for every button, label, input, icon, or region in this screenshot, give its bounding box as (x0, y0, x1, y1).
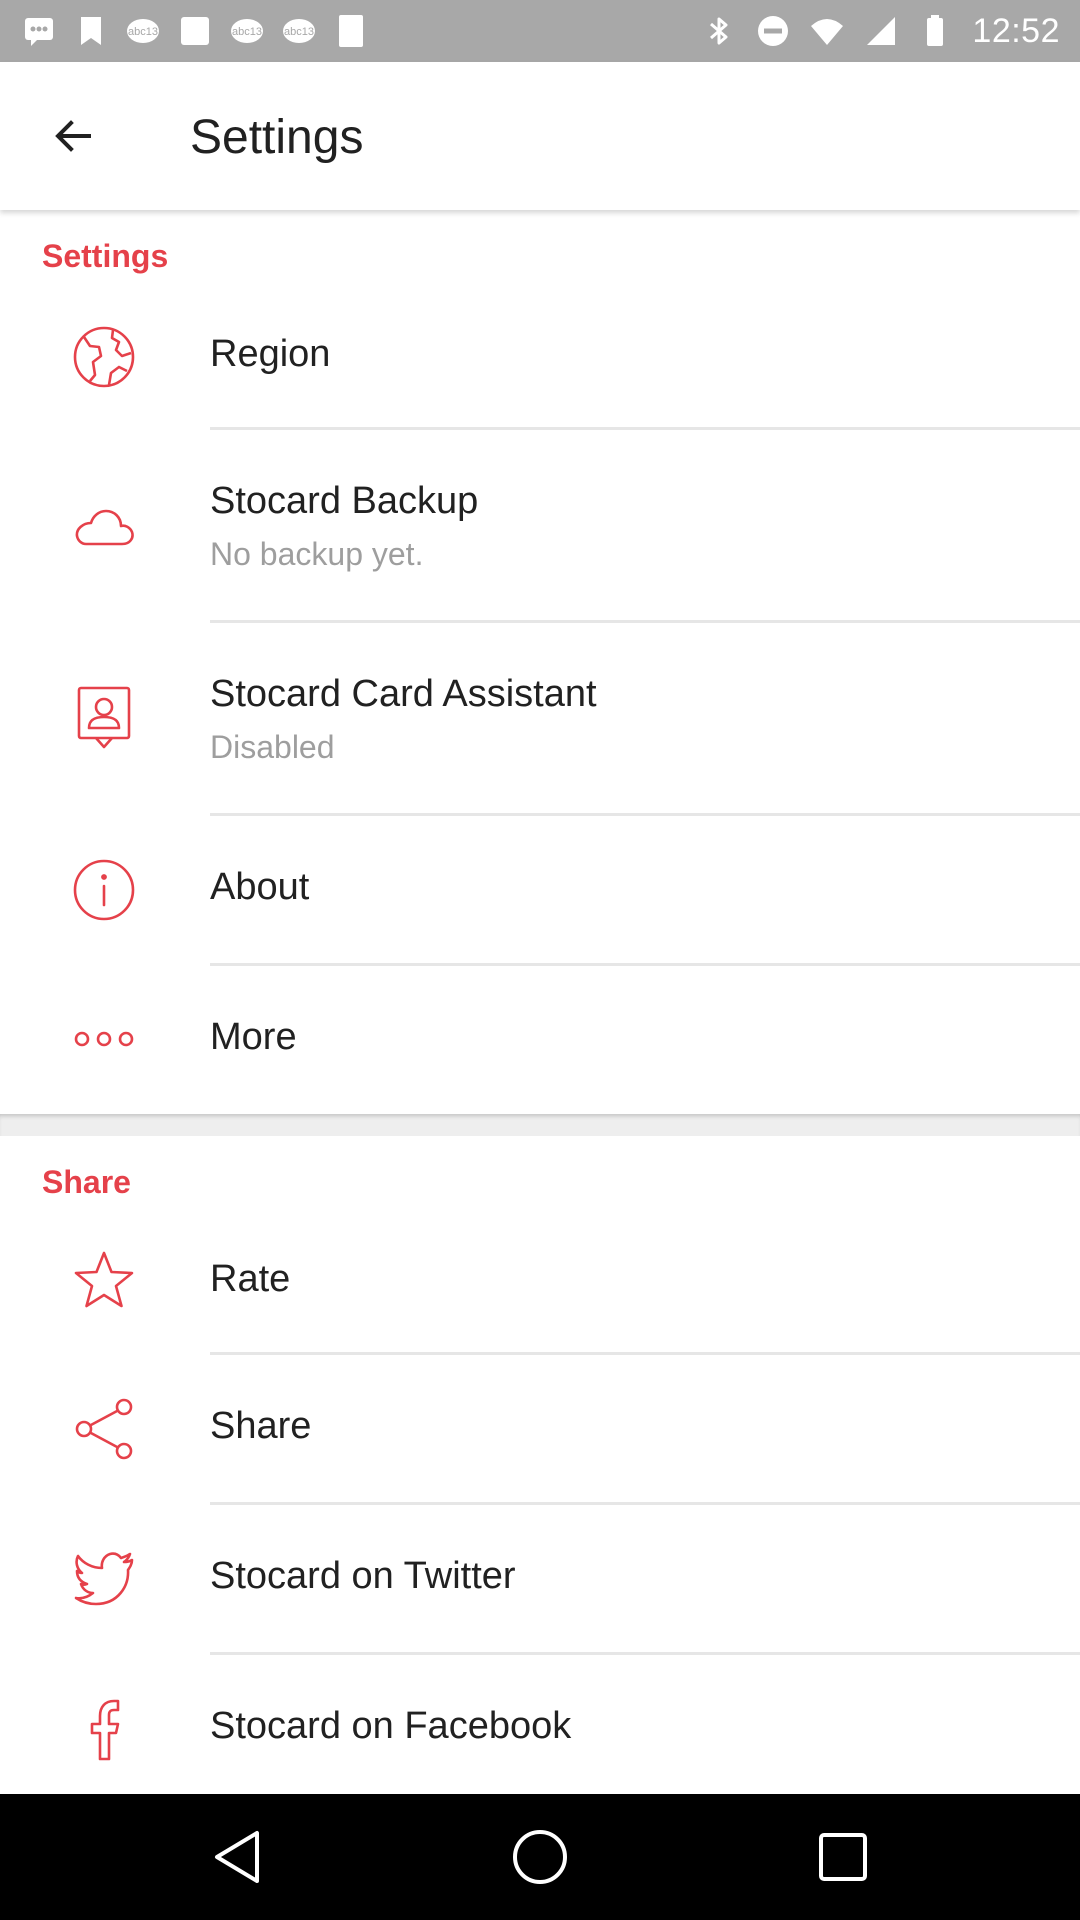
home-circle-icon (513, 1830, 567, 1884)
back-triangle-icon (215, 1831, 259, 1883)
share-icon (72, 1397, 136, 1461)
page-title: Settings (190, 111, 364, 164)
share-item-facebook[interactable]: Stocard on Facebook (0, 1655, 1080, 1794)
status-bar: abc13 abc13 abc13 12:52 (0, 0, 1080, 62)
row-title: Rate (210, 1258, 291, 1300)
square-icon (339, 15, 363, 47)
settings-item-card-assistant[interactable]: Stocard Card Assistant Disabled (0, 623, 1080, 815)
settings-item-about[interactable]: About (0, 816, 1080, 964)
section-separator (0, 1114, 1080, 1136)
section-header-share: Share (42, 1164, 131, 1200)
twitter-icon (72, 1547, 136, 1611)
share-item-twitter[interactable]: Stocard on Twitter (0, 1505, 1080, 1653)
row-title: Region (210, 333, 331, 375)
globe-icon (72, 325, 136, 389)
row-title: Stocard Card Assistant (210, 673, 597, 715)
share-item-share[interactable]: Share (0, 1355, 1080, 1503)
row-title: Stocard on Twitter (210, 1555, 516, 1597)
info-icon (72, 858, 136, 922)
share-item-rate[interactable]: Rate (0, 1208, 1080, 1354)
wifi-icon (811, 19, 844, 45)
star-icon (72, 1249, 136, 1313)
row-title: More (210, 1016, 297, 1058)
row-subtitle: Disabled (210, 729, 335, 765)
system-icons: 12:52 (702, 8, 1060, 54)
settings-item-region[interactable]: Region (0, 283, 1080, 431)
status-time: 12:52 (972, 11, 1060, 50)
square-icon (181, 17, 209, 45)
bookmark-icon (81, 17, 101, 45)
more-icon (72, 1007, 136, 1071)
recents-square-icon (819, 1833, 867, 1881)
back-button[interactable] (38, 108, 108, 164)
arrow-back-icon (55, 120, 91, 152)
navigation-bar (0, 1794, 1080, 1920)
row-title: Stocard Backup (210, 480, 479, 522)
signal-icon (867, 17, 896, 45)
facebook-icon (72, 1697, 136, 1761)
app-bar: Settings (0, 62, 1080, 210)
do-not-disturb-icon (758, 16, 789, 46)
notification-icon (25, 18, 53, 46)
settings-item-backup[interactable]: Stocard Backup No backup yet. (0, 430, 1080, 620)
abc13-icon: abc13 (127, 19, 159, 43)
svg-text:abc13: abc13 (284, 26, 314, 38)
cloud-icon (72, 496, 136, 560)
card-assistant-icon (72, 685, 136, 749)
section-header-settings: Settings (42, 238, 169, 274)
nav-recents-button[interactable] (810, 1824, 876, 1890)
bluetooth-icon (710, 17, 728, 45)
row-subtitle: No backup yet. (210, 536, 424, 572)
notification-icons: abc13 abc13 abc13 (22, 8, 368, 54)
nav-back-button[interactable] (204, 1824, 270, 1890)
row-title: Stocard on Facebook (210, 1705, 572, 1747)
row-title: About (210, 866, 310, 908)
abc13-icon: abc13 (283, 19, 315, 43)
row-title: Share (210, 1405, 312, 1447)
settings-item-more[interactable]: More (0, 966, 1080, 1112)
svg-text:abc13: abc13 (232, 26, 262, 38)
nav-home-button[interactable] (507, 1824, 573, 1890)
svg-text:abc13: abc13 (128, 26, 158, 38)
abc13-icon: abc13 (231, 19, 263, 43)
battery-icon (927, 15, 944, 46)
